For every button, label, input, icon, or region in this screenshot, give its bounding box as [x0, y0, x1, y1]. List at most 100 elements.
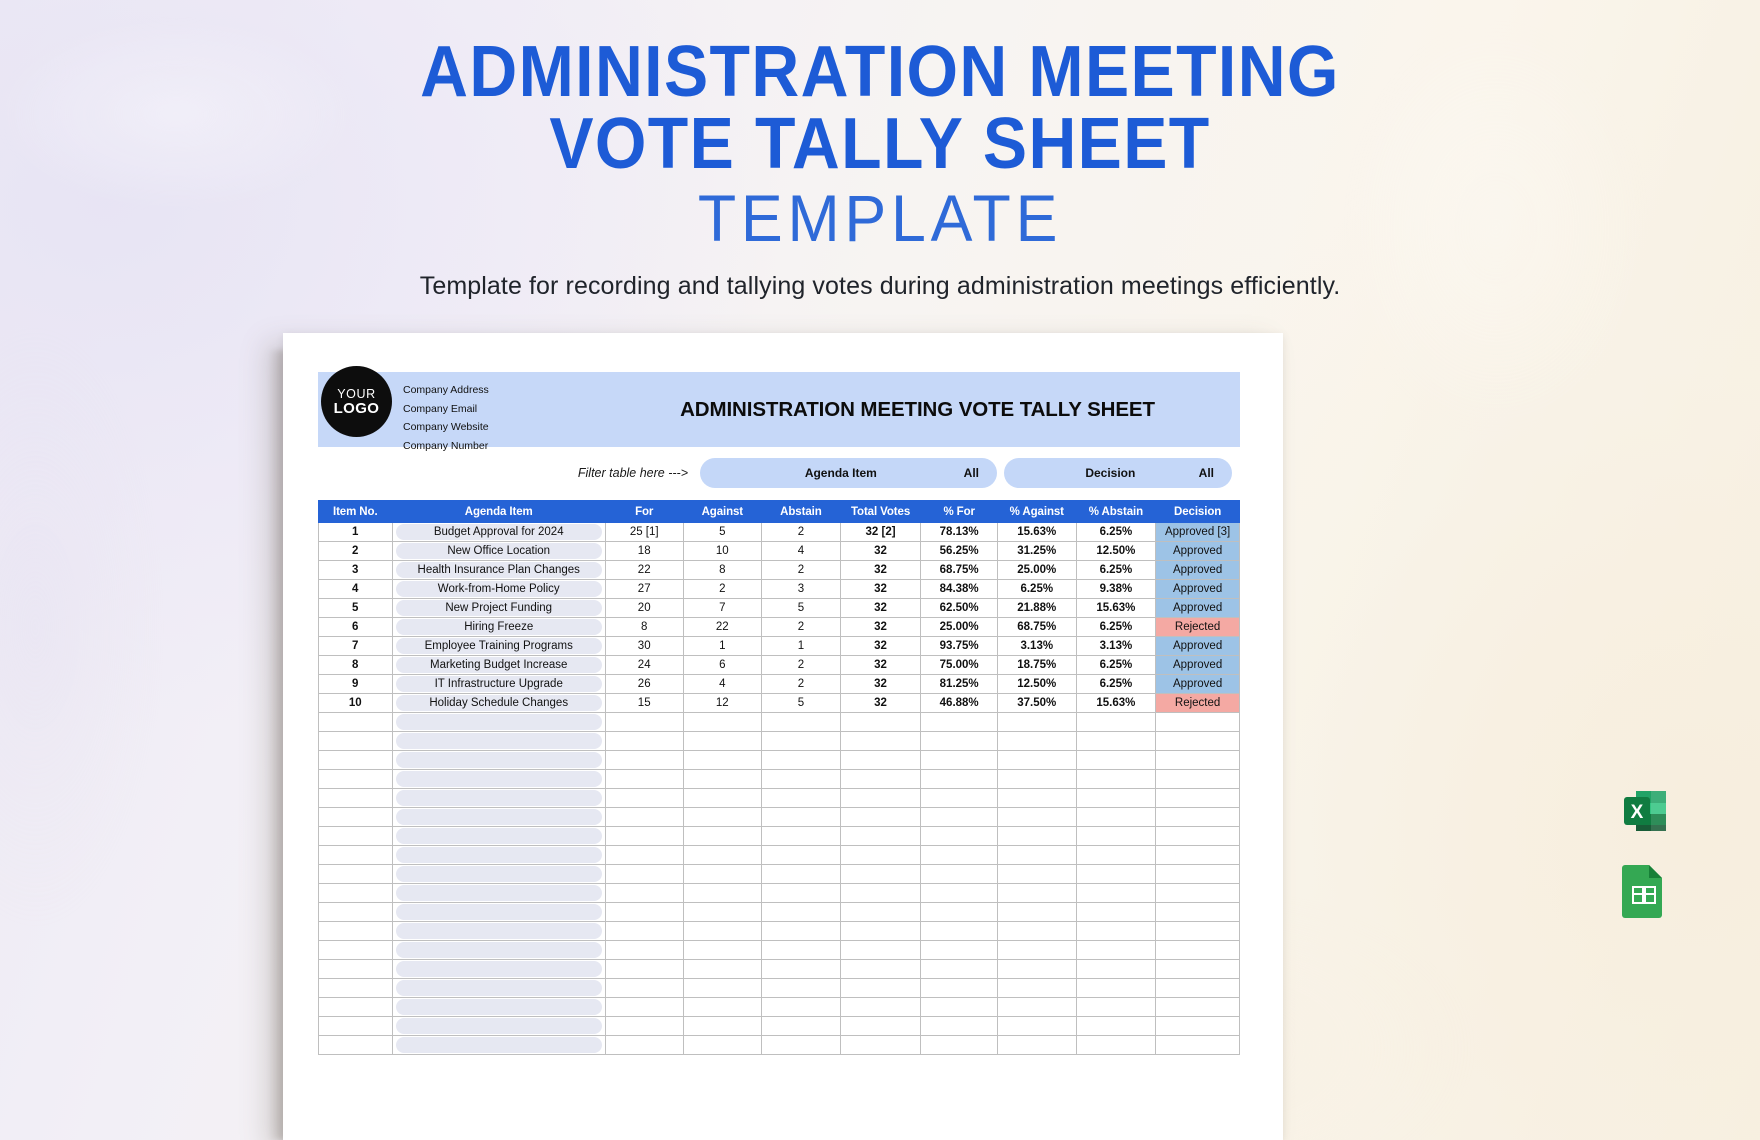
- cell-agenda-item[interactable]: [391, 750, 606, 770]
- table-row-empty[interactable]: [318, 769, 1240, 789]
- cell-against[interactable]: [682, 959, 763, 979]
- cell-for[interactable]: [604, 997, 684, 1017]
- table-row[interactable]: 3 Health Insurance Plan Changes 22 8 2 32 68.7…: [318, 560, 1240, 580]
- col-item-no[interactable]: Item No.: [318, 500, 393, 523]
- cell-for[interactable]: 20: [604, 598, 684, 618]
- cell-for[interactable]: [604, 845, 684, 865]
- cell-abstain[interactable]: [761, 959, 841, 979]
- filter-agenda-item[interactable]: Agenda Item All: [700, 458, 997, 488]
- col-abstain[interactable]: Abstain: [761, 500, 841, 523]
- cell-agenda-item[interactable]: [391, 902, 606, 922]
- cell-against[interactable]: [682, 864, 763, 884]
- cell-agenda-item[interactable]: [391, 845, 606, 865]
- cell-item-no[interactable]: [318, 959, 393, 979]
- cell-agenda-item[interactable]: [391, 883, 606, 903]
- cell-agenda-item[interactable]: [391, 712, 606, 732]
- table-row[interactable]: 2 New Office Location 18 10 4 32 56.25% 31.25% 1…: [318, 541, 1240, 561]
- cell-item-no[interactable]: [318, 788, 393, 808]
- cell-abstain[interactable]: 2: [761, 560, 841, 580]
- cell-abstain[interactable]: [761, 769, 841, 789]
- cell-against[interactable]: [682, 1035, 763, 1055]
- cell-abstain[interactable]: 2: [761, 617, 841, 637]
- cell-abstain[interactable]: 3: [761, 579, 841, 599]
- col-pct-against[interactable]: % Against: [996, 500, 1077, 523]
- cell-item-no[interactable]: [318, 826, 393, 846]
- cell-abstain[interactable]: [761, 750, 841, 770]
- cell-agenda-item[interactable]: Employee Training Programs: [391, 636, 606, 656]
- cell-agenda-item[interactable]: [391, 959, 606, 979]
- cell-against[interactable]: [682, 769, 763, 789]
- google-sheets-icon[interactable]: [1620, 862, 1672, 923]
- cell-against[interactable]: [682, 731, 763, 751]
- cell-against[interactable]: 22: [682, 617, 763, 637]
- cell-for[interactable]: [604, 921, 684, 941]
- cell-abstain[interactable]: 2: [761, 674, 841, 694]
- cell-abstain[interactable]: 1: [761, 636, 841, 656]
- table-row-empty[interactable]: [318, 997, 1240, 1017]
- table-row-empty[interactable]: [318, 1016, 1240, 1036]
- cell-against[interactable]: 12: [682, 693, 763, 713]
- cell-against[interactable]: [682, 750, 763, 770]
- cell-agenda-item[interactable]: [391, 826, 606, 846]
- cell-for[interactable]: 8: [604, 617, 684, 637]
- cell-item-no[interactable]: [318, 864, 393, 884]
- cell-abstain[interactable]: [761, 997, 841, 1017]
- col-pct-for[interactable]: % For: [920, 500, 998, 523]
- cell-for[interactable]: [604, 788, 684, 808]
- cell-item-no[interactable]: [318, 1016, 393, 1036]
- col-agenda-item[interactable]: Agenda Item: [391, 500, 606, 523]
- table-row[interactable]: 10 Holiday Schedule Changes 15 12 5 32 46.88% 3…: [318, 693, 1240, 713]
- cell-for[interactable]: [604, 978, 684, 998]
- cell-agenda-item[interactable]: New Project Funding: [391, 598, 606, 618]
- cell-abstain[interactable]: 4: [761, 541, 841, 561]
- cell-against[interactable]: 7: [682, 598, 763, 618]
- table-row-empty[interactable]: [318, 883, 1240, 903]
- table-row-empty[interactable]: [318, 864, 1240, 884]
- cell-item-no[interactable]: [318, 807, 393, 827]
- table-row-empty[interactable]: [318, 921, 1240, 941]
- table-row[interactable]: 5 New Project Funding 20 7 5 32 62.50% 21.88% 15…: [318, 598, 1240, 618]
- cell-item-no[interactable]: [318, 997, 393, 1017]
- cell-against[interactable]: [682, 807, 763, 827]
- cell-against[interactable]: 5: [682, 522, 763, 542]
- table-row-empty[interactable]: [318, 731, 1240, 751]
- cell-item-no[interactable]: [318, 883, 393, 903]
- table-row-empty[interactable]: [318, 807, 1240, 827]
- cell-abstain[interactable]: 2: [761, 522, 841, 542]
- cell-for[interactable]: [604, 750, 684, 770]
- col-decision[interactable]: Decision: [1155, 500, 1240, 523]
- cell-for[interactable]: 15: [604, 693, 684, 713]
- cell-abstain[interactable]: [761, 788, 841, 808]
- cell-agenda-item[interactable]: [391, 864, 606, 884]
- cell-for[interactable]: 24: [604, 655, 684, 675]
- cell-abstain[interactable]: [761, 845, 841, 865]
- cell-item-no[interactable]: [318, 978, 393, 998]
- cell-against[interactable]: 10: [682, 541, 763, 561]
- filter-decision[interactable]: Decision All: [1004, 458, 1232, 488]
- cell-item-no[interactable]: [318, 902, 393, 922]
- cell-item-no[interactable]: [318, 712, 393, 732]
- excel-icon[interactable]: X: [1620, 785, 1672, 842]
- cell-item-no[interactable]: [318, 845, 393, 865]
- cell-against[interactable]: [682, 845, 763, 865]
- cell-for[interactable]: [604, 959, 684, 979]
- table-row[interactable]: 1 Budget Approval for 2024 25 [1] 5 2 32 [2] 7…: [318, 522, 1240, 542]
- cell-for[interactable]: [604, 883, 684, 903]
- col-pct-abstain[interactable]: % Abstain: [1075, 500, 1157, 523]
- cell-against[interactable]: [682, 978, 763, 998]
- cell-for[interactable]: [604, 712, 684, 732]
- cell-item-no[interactable]: [318, 731, 393, 751]
- table-row-empty[interactable]: [318, 959, 1240, 979]
- cell-for[interactable]: 18: [604, 541, 684, 561]
- cell-agenda-item[interactable]: [391, 1016, 606, 1036]
- table-row-empty[interactable]: [318, 826, 1240, 846]
- table-row-empty[interactable]: [318, 940, 1240, 960]
- col-total-votes[interactable]: Total Votes: [839, 500, 922, 523]
- cell-against[interactable]: [682, 1016, 763, 1036]
- cell-agenda-item[interactable]: Health Insurance Plan Changes: [391, 560, 606, 580]
- cell-for[interactable]: [604, 1035, 684, 1055]
- cell-item-no[interactable]: [318, 750, 393, 770]
- cell-for[interactable]: 30: [604, 636, 684, 656]
- table-row[interactable]: 8 Marketing Budget Increase 24 6 2 32 75.00% 18…: [318, 655, 1240, 675]
- cell-agenda-item[interactable]: IT Infrastructure Upgrade: [391, 674, 606, 694]
